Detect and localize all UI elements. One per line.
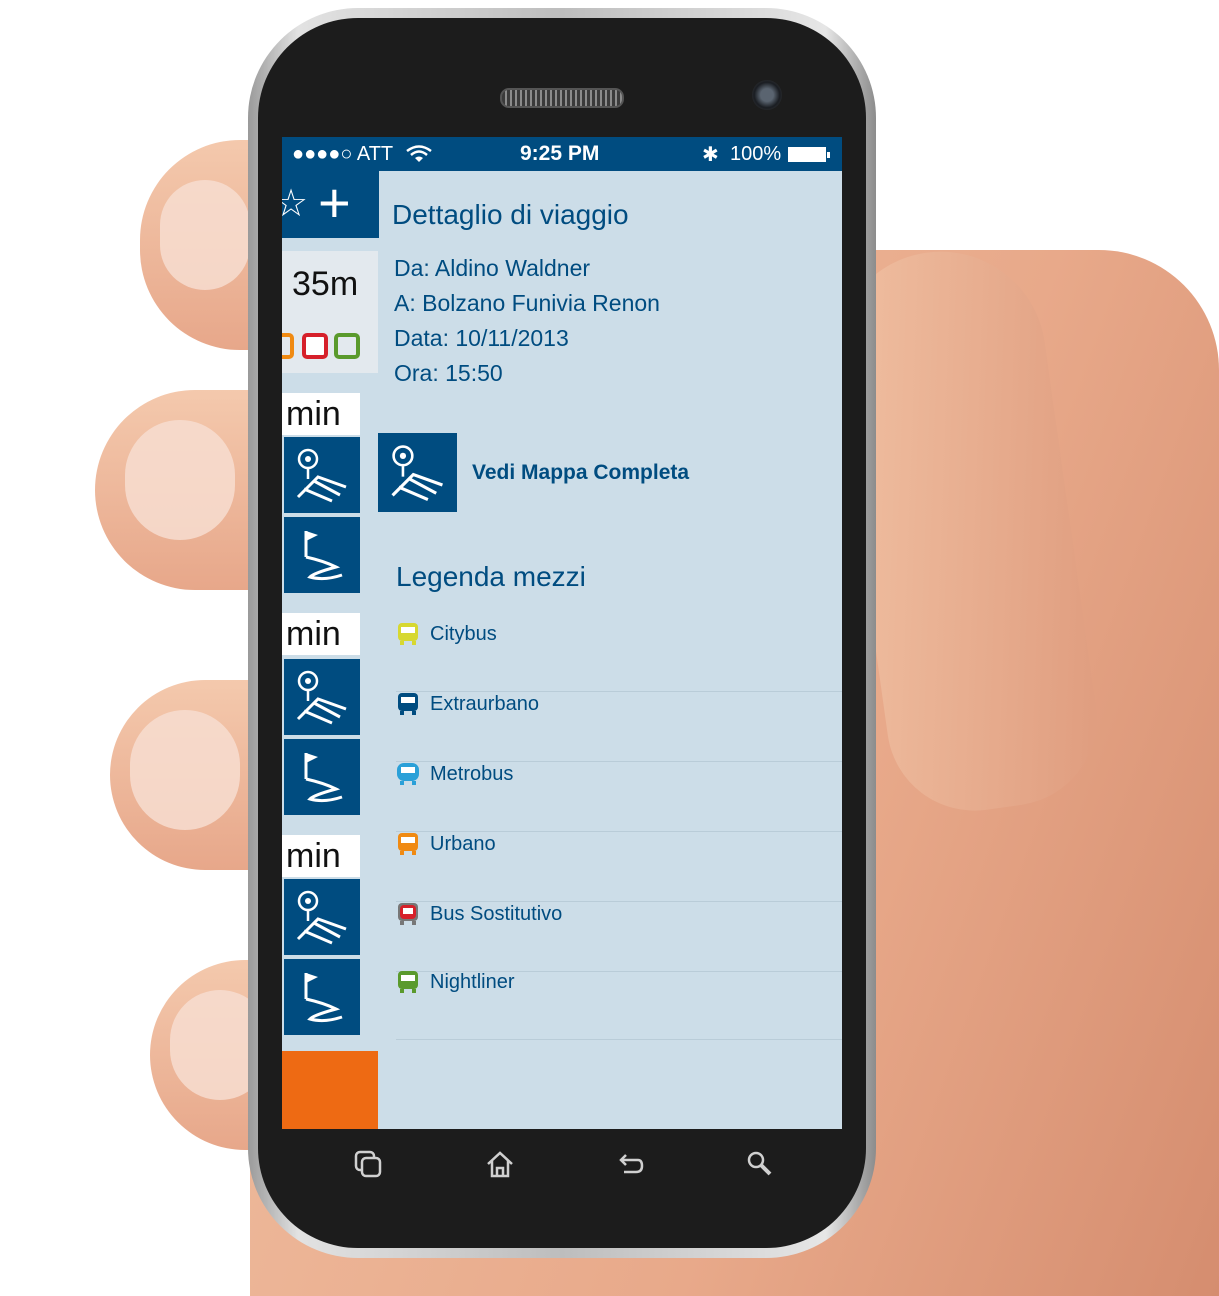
legend-label: Metrobus: [430, 763, 514, 785]
segment-duration: min: [282, 613, 360, 655]
full-map-icon[interactable]: [378, 433, 457, 512]
orange-tab[interactable]: [282, 1051, 378, 1129]
toolbar: ☆ +: [282, 171, 379, 238]
full-map-link[interactable]: Vedi Mappa Completa: [472, 461, 689, 485]
search-icon[interactable]: [744, 1148, 776, 1188]
bus-icon: [334, 333, 360, 359]
nightliner-icon: [398, 971, 418, 993]
legend-item-nightliner: Nightliner: [396, 969, 842, 1040]
star-icon[interactable]: ☆: [282, 181, 308, 226]
legend-label: Extraurbano: [430, 693, 539, 715]
trip-from: Da: Aldino Waldner: [394, 255, 591, 281]
metrobus-icon: [397, 763, 419, 785]
bus-icon: [282, 333, 294, 359]
legend-item-metrobus: Metrobus: [396, 761, 842, 832]
plus-icon[interactable]: +: [318, 173, 351, 233]
legend-item-extraurbano: Extraurbano: [396, 691, 842, 762]
map-route-icon[interactable]: [284, 879, 360, 955]
bus-sostitutivo-icon: [398, 903, 418, 925]
bus-icon: [302, 333, 328, 359]
legend-item-bus-sostitutivo: Bus Sostitutivo: [396, 901, 842, 972]
legend-label: Urbano: [430, 833, 496, 855]
legend-label: Citybus: [430, 623, 497, 645]
trip-duration: 35m: [292, 265, 359, 303]
legend-label: Bus Sostitutivo: [430, 903, 563, 925]
page-title: Dettaglio di viaggio: [392, 199, 629, 230]
trip-to: A: Bolzano Funivia Renon: [394, 290, 660, 316]
front-camera: [752, 80, 782, 110]
back-icon[interactable]: [614, 1148, 646, 1188]
walk-route-icon[interactable]: [284, 517, 360, 593]
trip-detail-panel: Dettaglio di viaggio Da: Aldino Waldner …: [378, 171, 842, 1129]
walk-route-icon[interactable]: [284, 739, 360, 815]
trip-list-column: ☆ + 35m min min min: [282, 171, 379, 1129]
battery-percent: 100%: [730, 143, 782, 165]
screen: ●●●●○ ATT 9:25 PM ✱ 100% ☆ + 35m min min…: [282, 137, 842, 1129]
map-route-icon[interactable]: [284, 659, 360, 735]
urbano-icon: [398, 833, 418, 855]
clock: 9:25 PM: [520, 142, 600, 165]
citybus-icon: [398, 623, 418, 645]
legend-label: Nightliner: [430, 971, 515, 993]
bluetooth-icon: ✱: [702, 144, 719, 166]
legend-item-citybus: Citybus: [396, 621, 842, 692]
legend-item-urbano: Urbano: [396, 831, 842, 902]
walk-route-icon[interactable]: [284, 959, 360, 1035]
extraurbano-icon: [398, 693, 418, 715]
legend-title: Legenda mezzi: [396, 561, 586, 592]
carrier-label: ●●●●○ ATT: [292, 143, 394, 165]
home-icon[interactable]: [484, 1148, 516, 1188]
map-route-icon[interactable]: [284, 437, 360, 513]
wifi-icon: [406, 145, 432, 162]
trip-time: Ora: 15:50: [394, 360, 503, 386]
trip-date: Data: 10/11/2013: [394, 325, 569, 351]
trip-summary[interactable]: 35m: [282, 251, 378, 373]
recent-apps-icon[interactable]: [352, 1148, 384, 1188]
segment-duration: min: [282, 835, 360, 877]
status-bar: ●●●●○ ATT 9:25 PM ✱ 100%: [282, 137, 842, 171]
speaker-grille: [500, 88, 624, 108]
segment-duration: min: [282, 393, 360, 435]
battery-icon: [788, 147, 830, 162]
